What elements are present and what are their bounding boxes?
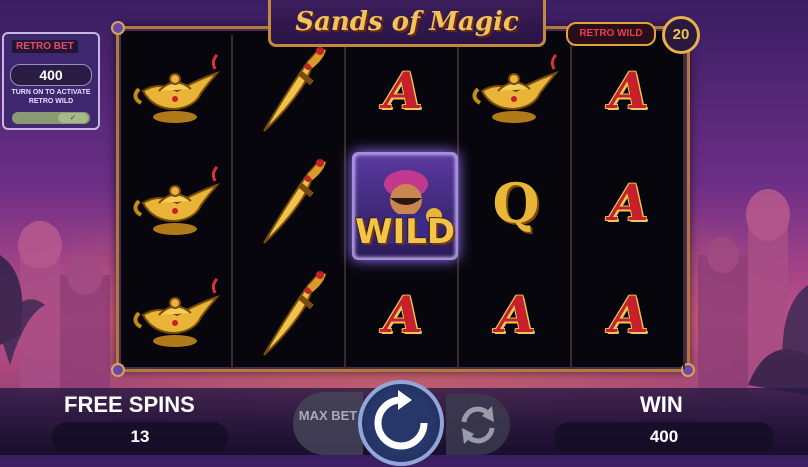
symbol-a-letter: A — [383, 61, 423, 120]
retro-bet-caption: TURN ON TO ACTIVATE RETRO WILD — [11, 89, 91, 105]
symbol-a: A — [575, 35, 683, 146]
free-spins-value: 13 — [52, 422, 228, 452]
symbol-a-letter: A — [609, 61, 649, 120]
symbol-lamp — [123, 259, 231, 370]
frame-corner-gem — [111, 21, 125, 35]
symbol-dagger — [236, 259, 344, 370]
symbol-lamp — [123, 35, 231, 146]
reel-1 — [123, 35, 233, 369]
max-bet-button[interactable]: MAX BET — [293, 392, 363, 455]
spin-button[interactable] — [358, 380, 444, 466]
check-icon: ✓ — [58, 113, 88, 123]
reels-frame: A WILD A QAAAA — [111, 21, 695, 377]
retro-bet-logo: RETRO BET — [12, 40, 78, 53]
symbol-a: A — [462, 259, 570, 370]
retro-bet-value: 400 — [10, 64, 92, 86]
retro-wild-count-badge: 20 — [662, 16, 700, 54]
symbol-a: A — [575, 259, 683, 370]
retro-wild-label: RETRO WILD — [566, 22, 656, 46]
reel-4: QA — [462, 35, 572, 369]
wild-genie-frame: WILD — [352, 152, 458, 260]
autoplay-icon — [461, 406, 495, 444]
symbol-lamp — [462, 35, 570, 146]
symbol-a-letter: A — [496, 285, 536, 344]
win-value: 400 — [554, 422, 774, 452]
symbol-wild: WILD — [349, 147, 458, 260]
symbol-q: Q — [462, 147, 570, 258]
symbol-a: A — [349, 35, 457, 146]
symbol-a: A — [349, 259, 457, 370]
reel-5: AAA — [575, 35, 685, 369]
symbol-lamp — [123, 147, 231, 258]
symbol-a-letter: A — [383, 285, 423, 344]
free-spins-label: FREE SPINS — [64, 392, 195, 417]
symbol-dagger — [236, 147, 344, 258]
wild-label: WILD — [354, 212, 456, 252]
retro-bet-panel[interactable]: RETRO BET 400 TURN ON TO ACTIVATE RETRO … — [2, 32, 100, 130]
symbol-dagger — [236, 35, 344, 146]
win-label: WIN — [640, 392, 683, 417]
title-banner: Sands of Magic — [268, 0, 546, 47]
symbol-a: A — [575, 147, 683, 258]
game-title: Sands of Magic — [295, 7, 519, 37]
palace-left-illustration — [0, 221, 110, 395]
symbol-q-letter: Q — [492, 170, 540, 235]
autoplay-button[interactable] — [446, 394, 510, 455]
symbol-a-letter: A — [609, 285, 649, 344]
symbol-a-letter: A — [609, 173, 649, 232]
reel-2 — [236, 35, 346, 369]
spin-icon — [374, 390, 428, 450]
palace-right-illustration — [698, 189, 808, 395]
retro-wild-toggle[interactable]: ✓ — [12, 112, 90, 124]
reel-3: A WILD A — [349, 35, 459, 369]
